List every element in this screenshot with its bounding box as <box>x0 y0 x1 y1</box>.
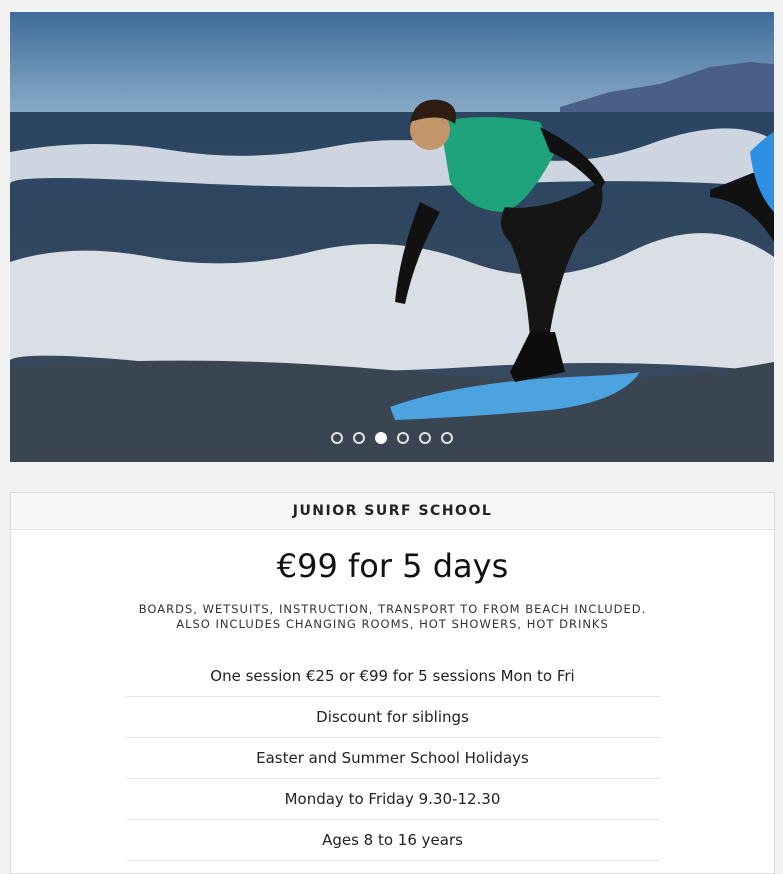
feature-item: Monday to Friday 9.30-12.30 <box>125 779 660 820</box>
hero-carousel[interactable] <box>10 12 774 462</box>
carousel-dot-3[interactable] <box>375 432 387 444</box>
carousel-dot-5[interactable] <box>419 432 431 444</box>
includes-line-1: BOARDS, WETSUITS, INSTRUCTION, TRANSPORT… <box>138 602 647 616</box>
feature-item: Ages 8 to 16 years <box>125 820 660 861</box>
feature-list: One session €25 or €99 for 5 sessions Mo… <box>125 656 660 861</box>
carousel-dot-2[interactable] <box>353 432 365 444</box>
carousel-dots <box>10 432 774 444</box>
feature-item: Easter and Summer School Holidays <box>125 738 660 779</box>
carousel-dot-6[interactable] <box>441 432 453 444</box>
feature-item: Discount for siblings <box>125 697 660 738</box>
hero-image <box>10 12 774 462</box>
includes-line-2: ALSO INCLUDES CHANGING ROOMS, HOT SHOWER… <box>176 617 609 631</box>
pricing-card: JUNIOR SURF SCHOOL €99 for 5 days BOARDS… <box>10 492 775 874</box>
carousel-dot-4[interactable] <box>397 432 409 444</box>
feature-item: One session €25 or €99 for 5 sessions Mo… <box>125 656 660 697</box>
price-heading: €99 for 5 days <box>276 547 509 585</box>
card-title: JUNIOR SURF SCHOOL <box>11 493 774 530</box>
carousel-dot-1[interactable] <box>331 432 343 444</box>
includes-text: BOARDS, WETSUITS, INSTRUCTION, TRANSPORT… <box>11 602 774 632</box>
